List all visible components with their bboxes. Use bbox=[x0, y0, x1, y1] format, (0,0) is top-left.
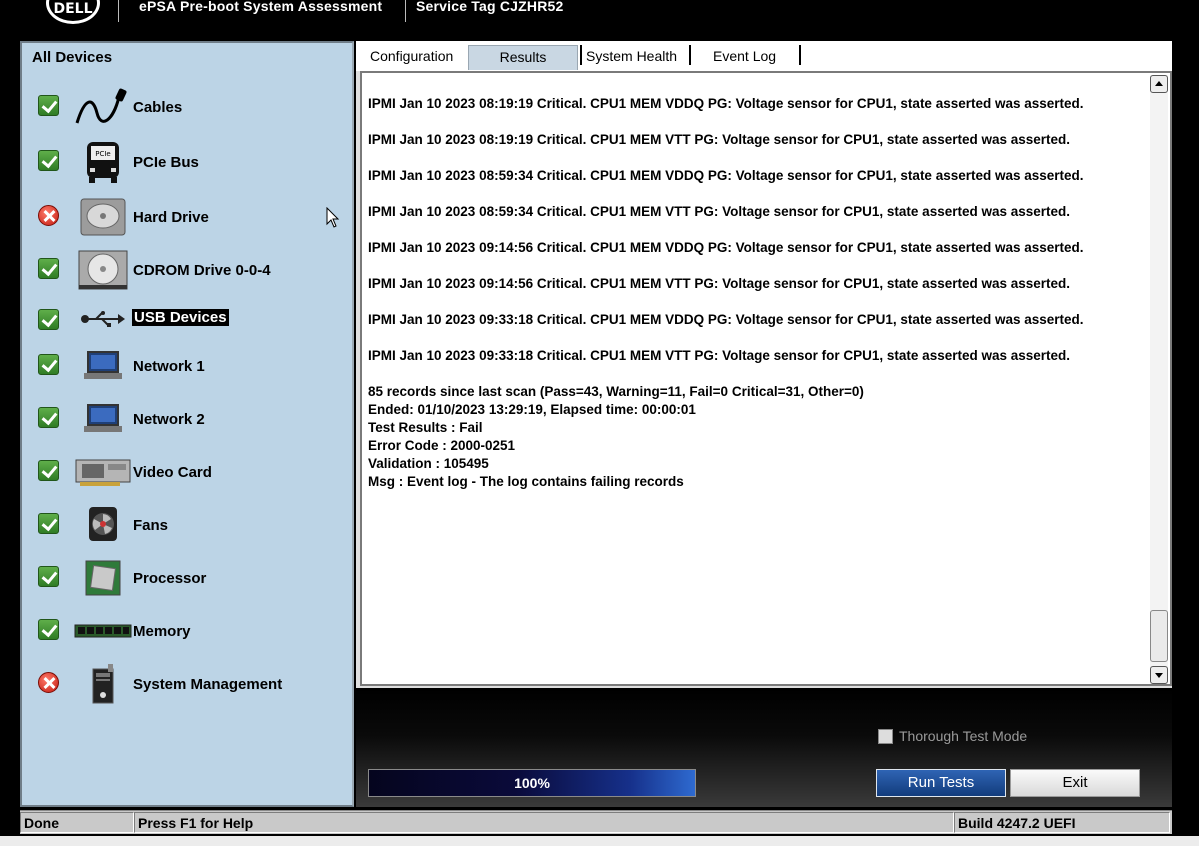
results-log[interactable]: IPMI Jan 10 2023 08:19:19 Critical. CPU1… bbox=[360, 71, 1172, 686]
status-text: Done bbox=[20, 812, 134, 833]
device-item-system-management[interactable]: System Management bbox=[22, 664, 352, 708]
log-entry: IPMI Jan 10 2023 08:19:19 Critical. CPU1… bbox=[368, 132, 1071, 147]
pass-status-icon bbox=[38, 460, 59, 481]
thorough-test-mode-label: Thorough Test Mode bbox=[899, 728, 1028, 744]
tab-bar: Configuration Results System Health Even… bbox=[356, 41, 1172, 71]
summary-ended: Ended: 01/10/2023 13:29:19, Elapsed time… bbox=[368, 402, 696, 417]
device-label: Network 2 bbox=[133, 411, 205, 428]
status-bar: Done Press F1 for Help Build 4247.2 UEFI bbox=[20, 810, 1172, 834]
tab-results[interactable]: Results bbox=[468, 45, 578, 70]
tab-separator bbox=[799, 45, 801, 65]
laptop-network-icon bbox=[74, 399, 132, 439]
title-separator bbox=[405, 0, 406, 22]
pass-status-icon bbox=[38, 150, 59, 171]
device-list-panel: All Devices Cables PCIe PCIe Bus Hard Dr… bbox=[20, 41, 354, 807]
log-entry: IPMI Jan 10 2023 08:59:34 Critical. CPU1… bbox=[368, 168, 1084, 183]
device-item-pcie-bus[interactable]: PCIe PCIe Bus bbox=[22, 142, 352, 186]
hard-drive-icon bbox=[74, 197, 132, 237]
pass-status-icon bbox=[38, 258, 59, 279]
memory-icon bbox=[74, 611, 132, 651]
device-item-usb-devices[interactable]: USB Devices bbox=[22, 299, 352, 343]
device-item-cables[interactable]: Cables bbox=[22, 87, 352, 131]
control-area: Thorough Test Mode 100% Run Tests Exit bbox=[356, 688, 1172, 807]
device-label: Network 1 bbox=[133, 358, 205, 375]
build-text: Build 4247.2 UEFI bbox=[954, 812, 1170, 833]
svg-text:PCIe: PCIe bbox=[95, 150, 110, 158]
log-entry: IPMI Jan 10 2023 09:14:56 Critical. CPU1… bbox=[368, 240, 1084, 255]
device-label: Cables bbox=[133, 99, 183, 116]
pass-status-icon bbox=[38, 513, 59, 534]
progress-bar: 100% bbox=[368, 769, 696, 797]
device-item-fans[interactable]: Fans bbox=[22, 505, 352, 549]
scroll-down-button[interactable] bbox=[1150, 666, 1168, 684]
tab-configuration[interactable]: Configuration bbox=[364, 45, 459, 70]
pass-status-icon bbox=[38, 95, 59, 116]
scroll-thumb[interactable] bbox=[1150, 610, 1168, 662]
app-title: ePSA Pre-boot System Assessment bbox=[139, 0, 383, 14]
tab-system-health[interactable]: System Health bbox=[580, 45, 683, 70]
pass-status-icon bbox=[38, 619, 59, 640]
run-tests-button[interactable]: Run Tests bbox=[876, 769, 1006, 797]
bottom-strip bbox=[0, 836, 1199, 846]
device-label: Processor bbox=[133, 570, 207, 587]
title-separator bbox=[118, 0, 119, 22]
device-label: CDROM Drive 0-0-4 bbox=[133, 262, 271, 279]
summary-validation: Validation : 105495 bbox=[368, 456, 489, 471]
device-label: Fans bbox=[133, 517, 169, 534]
fail-status-icon bbox=[38, 672, 59, 693]
usb-icon bbox=[74, 299, 132, 339]
tab-event-log[interactable]: Event Log bbox=[707, 45, 782, 70]
log-content: IPMI Jan 10 2023 08:19:19 Critical. CPU1… bbox=[368, 95, 1148, 491]
device-item-network-1[interactable]: Network 1 bbox=[22, 346, 352, 390]
log-entry: IPMI Jan 10 2023 09:33:18 Critical. CPU1… bbox=[368, 348, 1071, 363]
pcie-bus-icon: PCIe bbox=[74, 142, 132, 183]
summary-test-results: Test Results : Fail bbox=[368, 420, 483, 435]
thorough-test-mode-option[interactable]: Thorough Test Mode bbox=[878, 728, 1027, 744]
device-label: Memory bbox=[133, 623, 191, 640]
cdrom-icon bbox=[74, 250, 132, 290]
device-label: System Management bbox=[133, 676, 283, 693]
main-panel: Configuration Results System Health Even… bbox=[356, 41, 1172, 807]
log-entry: IPMI Jan 10 2023 08:19:19 Critical. CPU1… bbox=[368, 96, 1084, 111]
device-label: Video Card bbox=[133, 464, 212, 481]
exit-button[interactable]: Exit bbox=[1010, 769, 1140, 797]
log-entry: IPMI Jan 10 2023 09:14:56 Critical. CPU1… bbox=[368, 276, 1071, 291]
tab-separator bbox=[689, 45, 691, 65]
service-tag: Service Tag CJZHR52 bbox=[416, 0, 564, 14]
system-management-icon bbox=[74, 664, 132, 704]
dell-logo: DELL bbox=[46, 0, 100, 24]
mouse-cursor-icon bbox=[326, 206, 340, 234]
log-entry: IPMI Jan 10 2023 09:33:18 Critical. CPU1… bbox=[368, 312, 1084, 327]
device-item-network-2[interactable]: Network 2 bbox=[22, 399, 352, 443]
help-text: Press F1 for Help bbox=[134, 812, 954, 833]
device-label: PCIe Bus bbox=[133, 154, 199, 171]
device-label: USB Devices bbox=[132, 309, 229, 326]
vertical-scrollbar[interactable] bbox=[1150, 75, 1168, 684]
pass-status-icon bbox=[38, 407, 59, 428]
device-item-memory[interactable]: Memory bbox=[22, 611, 352, 655]
thorough-test-mode-checkbox[interactable] bbox=[878, 728, 893, 744]
device-item-hard-drive[interactable]: Hard Drive bbox=[22, 197, 352, 241]
device-item-video-card[interactable]: Video Card bbox=[22, 452, 352, 496]
log-entry: IPMI Jan 10 2023 08:59:34 Critical. CPU1… bbox=[368, 204, 1071, 219]
progress-text: 100% bbox=[514, 775, 550, 791]
fan-icon bbox=[74, 505, 132, 545]
pass-status-icon bbox=[38, 309, 59, 330]
processor-icon bbox=[74, 558, 132, 598]
cable-icon bbox=[74, 87, 132, 127]
pass-status-icon bbox=[38, 354, 59, 375]
device-item-cdrom-drive[interactable]: CDROM Drive 0-0-4 bbox=[22, 250, 352, 294]
device-item-processor[interactable]: Processor bbox=[22, 558, 352, 602]
video-card-icon bbox=[74, 452, 132, 492]
all-devices-header[interactable]: All Devices bbox=[32, 49, 112, 66]
title-bar: DELL ePSA Pre-boot System Assessment Ser… bbox=[0, 0, 1199, 40]
summary-error-code: Error Code : 2000-0251 bbox=[368, 438, 516, 453]
fail-status-icon bbox=[38, 205, 59, 226]
summary-records: 85 records since last scan (Pass=43, War… bbox=[368, 384, 864, 399]
laptop-network-icon bbox=[74, 346, 132, 386]
device-label: Hard Drive bbox=[133, 209, 209, 226]
summary-msg: Msg : Event log - The log contains faili… bbox=[368, 474, 684, 489]
pass-status-icon bbox=[38, 566, 59, 587]
scroll-up-button[interactable] bbox=[1150, 75, 1168, 93]
